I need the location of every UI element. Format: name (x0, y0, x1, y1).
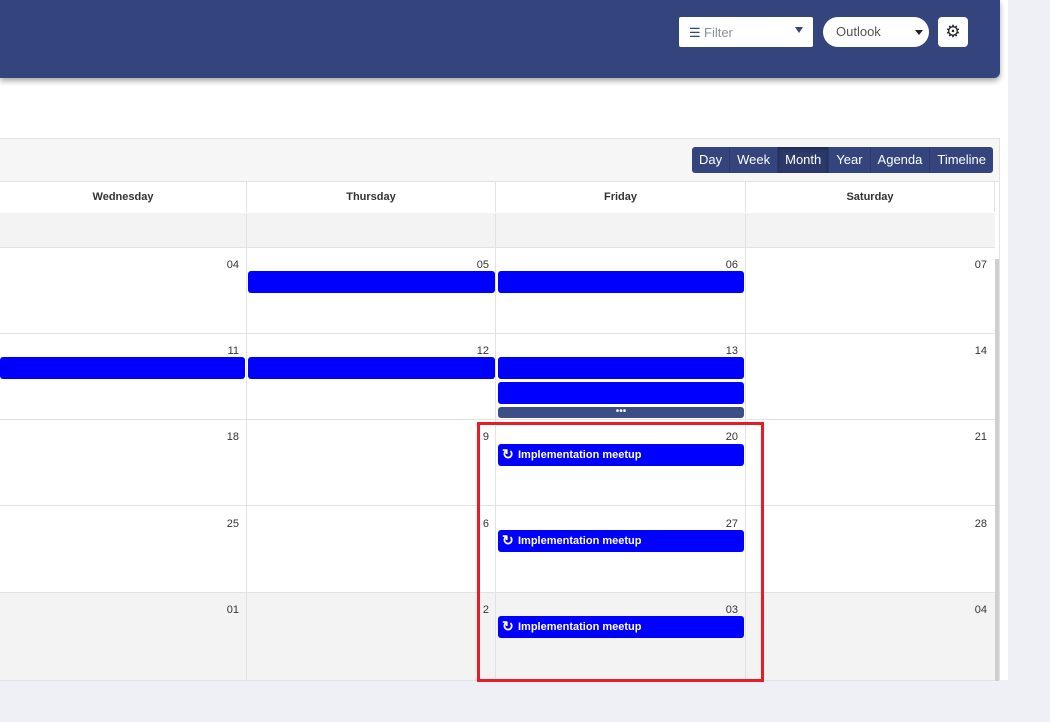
filter-label: Filter (704, 25, 733, 40)
calendar-event[interactable] (498, 271, 744, 293)
view-agenda-button[interactable]: Agenda (869, 147, 930, 173)
day-header-friday: Friday (496, 182, 746, 212)
view-switcher: Day Week Month Year Agenda Timeline (692, 147, 994, 173)
calendar-event[interactable] (248, 357, 495, 379)
top-header-bar: ☰ Filter Outlook ⚙ (0, 0, 1000, 78)
day-number[interactable]: 04 (200, 259, 239, 271)
view-month-button[interactable]: Month (777, 147, 829, 173)
calendar-event[interactable] (498, 382, 744, 404)
day-header-wednesday: Wednesday (0, 182, 247, 212)
gear-icon: ⚙ (945, 22, 961, 41)
vertical-scrollbar[interactable] (995, 259, 999, 681)
day-number[interactable]: 21 (948, 431, 987, 443)
view-timeline-button[interactable]: Timeline (929, 147, 993, 173)
view-year-button[interactable]: Year (828, 147, 869, 173)
day-number[interactable]: 13 (699, 345, 738, 357)
settings-button[interactable]: ⚙ (938, 17, 968, 47)
calendar-event[interactable] (248, 271, 495, 293)
calendar-event[interactable] (0, 357, 245, 379)
calendar-source-select[interactable]: Outlook (823, 17, 929, 47)
day-number[interactable]: 07 (948, 259, 987, 271)
day-number[interactable]: 06 (699, 259, 738, 271)
more-events-button[interactable]: ••• (498, 407, 744, 418)
day-number[interactable]: 18 (200, 431, 239, 443)
calendar-source-value: Outlook (836, 24, 881, 39)
day-header-thursday: Thursday (247, 182, 496, 212)
calendar-event[interactable] (498, 357, 744, 379)
caret-down-icon (795, 27, 803, 33)
highlight-box (477, 422, 764, 682)
day-number[interactable]: 01 (200, 604, 239, 616)
day-number[interactable]: 05 (450, 259, 489, 271)
view-week-button[interactable]: Week (729, 147, 777, 173)
day-number[interactable]: 11 (200, 345, 239, 357)
day-number[interactable]: 12 (450, 345, 489, 357)
day-number[interactable]: 28 (948, 518, 987, 530)
day-header-saturday: Saturday (746, 182, 995, 212)
list-icon: ☰ (689, 25, 701, 40)
column-divider (246, 248, 247, 681)
column-divider (246, 213, 247, 247)
calendar-toolbar: Day Week Month Year Agenda Timeline (0, 139, 999, 182)
day-number[interactable]: 04 (948, 604, 987, 616)
view-day-button[interactable]: Day (692, 147, 729, 173)
caret-down-icon (915, 30, 923, 35)
day-number[interactable]: 25 (200, 518, 239, 530)
all-day-row (0, 213, 995, 248)
day-number[interactable]: 14 (948, 345, 987, 357)
column-divider (495, 213, 496, 247)
column-divider (745, 213, 746, 247)
filter-dropdown[interactable]: ☰ Filter (679, 17, 813, 47)
